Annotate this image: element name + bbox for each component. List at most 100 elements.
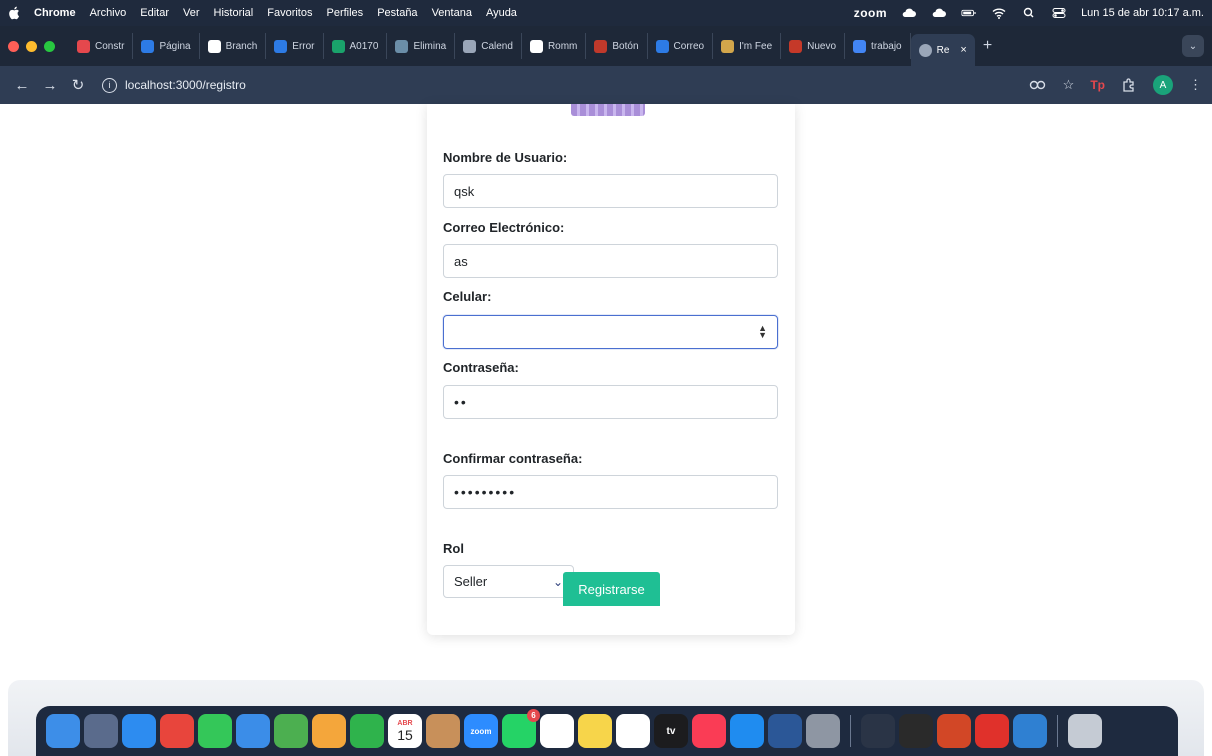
tab-favicon-icon — [395, 39, 409, 53]
reload-icon[interactable]: ↻ — [66, 76, 90, 94]
dock-chrome-icon[interactable] — [160, 714, 194, 748]
role-selected-value: Seller — [454, 574, 488, 589]
dock-activity-monitor-icon[interactable] — [861, 714, 895, 748]
dock-finder-icon[interactable] — [46, 714, 80, 748]
tab-elimina[interactable]: Elimina — [387, 33, 456, 59]
tab-pagina[interactable]: Página — [133, 33, 200, 59]
outlook-icon — [655, 39, 669, 53]
window-controls — [8, 40, 55, 52]
tab-romm[interactable]: Romm — [522, 33, 587, 59]
tab-a0170[interactable]: A0170 — [324, 33, 388, 59]
menubar-clock[interactable]: Lun 15 de abr 10:17 a.m. — [1081, 7, 1204, 19]
site-info-icon[interactable]: i — [102, 77, 117, 93]
minimize-window-icon[interactable] — [26, 40, 37, 52]
dock-freeform-icon[interactable] — [616, 714, 650, 748]
tab-calendario[interactable]: Calend — [455, 33, 522, 59]
battery-icon[interactable] — [961, 7, 977, 19]
menu-historial[interactable]: Historial — [214, 7, 254, 19]
dock-powerpoint-icon[interactable] — [937, 714, 971, 748]
dock-separator — [1057, 715, 1058, 747]
email-input[interactable]: as — [443, 244, 778, 278]
email-label: Correo Electrónico: — [443, 220, 565, 235]
dock-launchpad-icon[interactable] — [84, 714, 118, 748]
dock-contacts-icon[interactable] — [426, 714, 460, 748]
dock-acrobat-icon[interactable] — [975, 714, 1009, 748]
menu-app-name[interactable]: Chrome — [34, 7, 76, 19]
apple-icon[interactable] — [8, 6, 20, 20]
control-center-icon[interactable] — [1051, 7, 1067, 19]
cloud-icon[interactable] — [901, 7, 917, 19]
extension-tp-icon[interactable]: Tp — [1090, 78, 1105, 92]
dock-tv-icon[interactable]: tv — [654, 714, 688, 748]
dock-trash-icon[interactable] — [1068, 714, 1102, 748]
address-bar[interactable]: i localhost:3000/registro — [102, 71, 1009, 99]
role-select[interactable]: Seller ⌄ — [443, 565, 574, 598]
dock-reminders-icon[interactable] — [540, 714, 574, 748]
globe-icon — [463, 39, 477, 53]
menu-pestana[interactable]: Pestaña — [377, 7, 417, 19]
dock-zoom-icon[interactable]: zoom — [464, 714, 498, 748]
password-input[interactable]: •• — [443, 385, 778, 419]
confirm-password-input[interactable]: ••••••••• — [443, 475, 778, 509]
tab-nuevo[interactable]: Nuevo — [781, 33, 846, 59]
tab-registro-active[interactable]: Re × — [910, 34, 975, 66]
menu-ventana[interactable]: Ventana — [432, 7, 472, 19]
profile-avatar[interactable]: A — [1153, 75, 1173, 95]
number-stepper-icon[interactable]: ▲ ▼ — [758, 324, 767, 340]
bookmark-star-icon[interactable]: ☆ — [1063, 77, 1075, 93]
tab-search-button[interactable]: ⌄ — [1182, 35, 1204, 57]
menu-editar[interactable]: Editar — [140, 7, 169, 19]
tab-trabajo[interactable]: trabajo — [845, 33, 911, 59]
tab-im-feeling[interactable]: I'm Fee — [713, 33, 782, 59]
dock-messages-icon[interactable] — [198, 714, 232, 748]
extensions-puzzle-icon[interactable] — [1121, 77, 1137, 93]
github-icon — [207, 39, 221, 53]
more-menu-icon[interactable]: ⋮ — [1189, 77, 1202, 93]
dock-whatsapp-icon[interactable]: 6 — [502, 709, 540, 748]
page-viewport: Nombre de Usuario: qsk Correo Electrónic… — [0, 104, 1212, 756]
tab-boton[interactable]: Botón — [586, 33, 648, 59]
tab-correo[interactable]: Correo — [648, 33, 714, 59]
tab-error[interactable]: Error — [266, 33, 324, 59]
register-button[interactable]: Registrarse — [563, 572, 660, 606]
close-window-icon[interactable] — [8, 40, 19, 52]
wifi-icon[interactable] — [991, 7, 1007, 19]
dock-maps-icon[interactable] — [274, 714, 308, 748]
close-tab-icon[interactable]: × — [960, 44, 966, 56]
menu-favoritos[interactable]: Favoritos — [267, 7, 312, 19]
browser-tab-strip: Constr Página Branch Error A0170 Elimina… — [0, 26, 1212, 66]
menu-ayuda[interactable]: Ayuda — [486, 7, 517, 19]
dock-photos-icon[interactable] — [312, 714, 346, 748]
dock-music-icon[interactable] — [692, 714, 726, 748]
new-tab-button[interactable]: + — [983, 37, 992, 55]
dock-vscode-icon[interactable] — [1013, 714, 1047, 748]
dock-word-icon[interactable] — [768, 714, 802, 748]
maximize-window-icon[interactable] — [44, 40, 55, 52]
menu-perfiles[interactable]: Perfiles — [327, 7, 364, 19]
tab-branch[interactable]: Branch — [200, 33, 267, 59]
dock-appstore-icon[interactable] — [730, 714, 764, 748]
url-text[interactable]: localhost:3000/registro — [125, 78, 246, 92]
menu-ver[interactable]: Ver — [183, 7, 200, 19]
dock-notes-icon[interactable] — [578, 714, 612, 748]
dock-calendar-icon[interactable]: ABR 15 — [388, 714, 422, 748]
password-key-icon[interactable] — [1029, 79, 1047, 91]
menu-archivo[interactable]: Archivo — [90, 7, 127, 19]
username-input[interactable]: qsk — [443, 174, 778, 208]
username-label: Nombre de Usuario: — [443, 150, 568, 165]
dock-facetime-icon[interactable] — [350, 714, 384, 748]
cloud-sync-icon[interactable] — [931, 7, 947, 19]
tab-construccion[interactable]: Constr — [69, 33, 134, 59]
dock-mail-icon[interactable] — [236, 714, 270, 748]
chevron-down-icon: ⌄ — [552, 574, 563, 589]
forward-arrow-icon[interactable]: → — [38, 77, 62, 94]
confirm-password-label: Confirmar contraseña: — [443, 451, 583, 466]
dock-settings-icon[interactable] — [806, 714, 840, 748]
phone-input[interactable]: ▲ ▼ — [443, 315, 778, 349]
zoom-status-item[interactable]: zoom — [854, 6, 887, 20]
back-arrow-icon[interactable]: ← — [10, 77, 34, 94]
role-label: Rol — [443, 541, 464, 556]
spotlight-search-icon[interactable] — [1021, 7, 1037, 19]
dock-safari-icon[interactable] — [122, 714, 156, 748]
dock-terminal-icon[interactable] — [899, 714, 933, 748]
